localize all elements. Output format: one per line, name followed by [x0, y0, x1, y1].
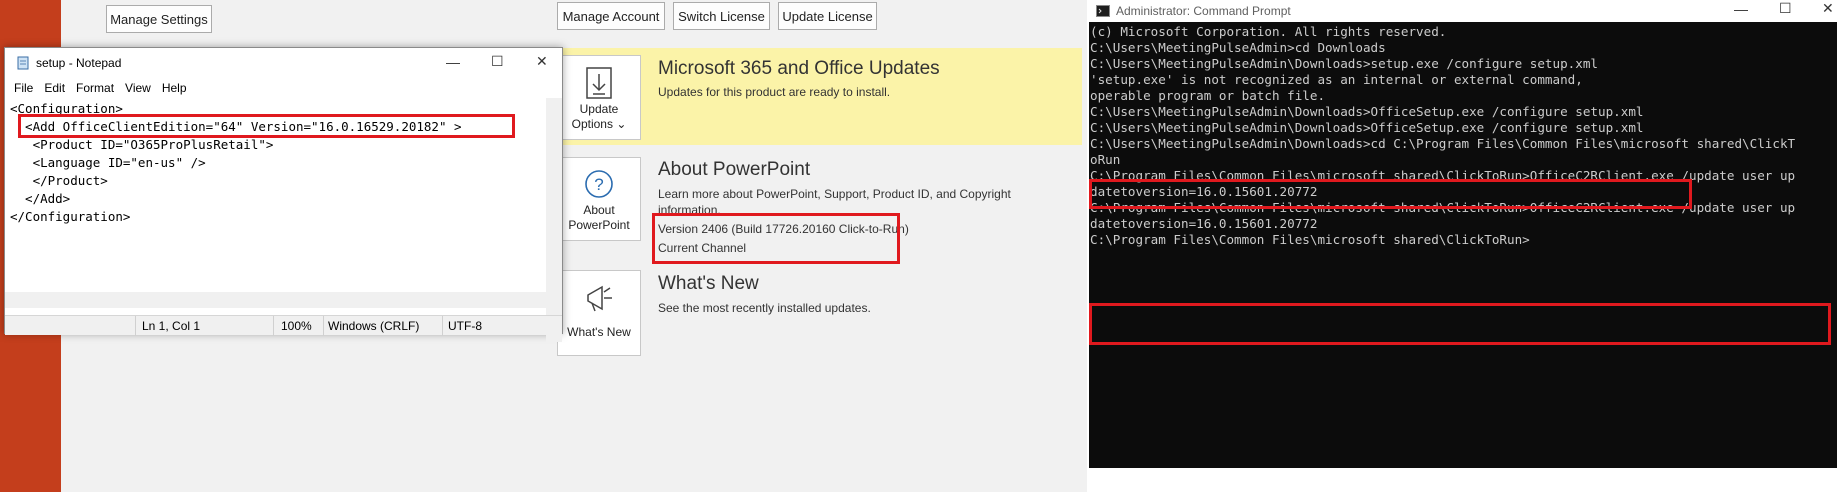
maximize-icon[interactable]: ☐ [1779, 0, 1792, 17]
cmd-title-bar[interactable]: Administrator: Command Prompt — ☐ ✕ [1089, 0, 1837, 22]
about-powerpoint-button[interactable]: ? About PowerPoint [557, 157, 641, 241]
cmd-app-icon [1096, 5, 1110, 17]
whats-new-title: What's New [658, 273, 759, 294]
about-label-2: PowerPoint [568, 218, 630, 232]
xml-line: <Product ID="O365ProPlusRetail"> [10, 137, 274, 152]
xml-line: </Add> [10, 191, 71, 206]
console-line: C:\Users\MeetingPulseAdmin\Downloads>cd … [1090, 136, 1796, 151]
notepad-menu-bar: File Edit Format View Help [5, 78, 562, 98]
manage-settings-button[interactable]: Manage Settings [106, 5, 212, 33]
console-line: C:\Users\MeetingPulseAdmin\Downloads>Off… [1090, 120, 1644, 135]
notepad-title-bar[interactable]: setup - Notepad — ☐ ✕ [5, 48, 562, 78]
status-separator [442, 316, 443, 336]
console-line: C:\Users\MeetingPulseAdmin>cd Downloads [1090, 40, 1386, 55]
notepad-title: setup - Notepad [36, 56, 122, 70]
minimize-icon[interactable]: — [446, 54, 460, 70]
status-zoom: 100% [281, 319, 312, 333]
notepad-app-icon [17, 56, 29, 70]
menu-file[interactable]: File [14, 81, 33, 95]
about-description-1: Learn more about PowerPoint, Support, Pr… [658, 187, 1011, 201]
console-line: datetoversion=16.0.15601.20772 [1090, 216, 1318, 231]
manage-account-button[interactable]: Manage Account [557, 2, 665, 30]
menu-edit[interactable]: Edit [44, 81, 65, 95]
c2rclient-highlight-box [1089, 303, 1831, 345]
megaphone-icon [587, 285, 612, 312]
update-options-label-1: Update [579, 102, 619, 116]
officesetup-highlight-box [1089, 179, 1692, 209]
update-download-icon [586, 67, 612, 99]
console-line: C:\Users\MeetingPulseAdmin\Downloads>Off… [1090, 104, 1644, 119]
menu-help[interactable]: Help [162, 81, 187, 95]
notepad-vertical-scrollbar[interactable] [546, 98, 562, 342]
chevron-down-icon: ⌄ [616, 117, 627, 131]
about-title: About PowerPoint [658, 159, 811, 180]
menu-format[interactable]: Format [76, 81, 114, 95]
desktop: Manage Settings Manage Account Switch Li… [0, 0, 1837, 492]
status-separator [323, 316, 324, 336]
update-options-label-2: Options ⌄ [571, 117, 627, 131]
console-line: oRun [1090, 152, 1121, 167]
status-encoding: UTF-8 [448, 319, 482, 333]
console-line: C:\Users\MeetingPulseAdmin\Downloads>set… [1090, 56, 1598, 71]
console-line: (c) Microsoft Corporation. All rights re… [1090, 24, 1447, 39]
add-version-highlight-box [18, 114, 515, 138]
maximize-icon[interactable]: ☐ [491, 53, 504, 70]
version-highlight-box [652, 213, 900, 264]
help-question-icon: ? [585, 170, 613, 198]
xml-line: <Language ID="en-us" /> [10, 155, 206, 170]
cmd-console[interactable]: (c) Microsoft Corporation. All rights re… [1089, 22, 1837, 468]
notepad-horizontal-scrollbar[interactable] [5, 292, 548, 308]
close-icon[interactable]: ✕ [1822, 0, 1834, 17]
status-separator [273, 316, 274, 336]
whats-new-label: What's New [567, 325, 631, 339]
xml-line: </Configuration> [10, 209, 131, 224]
about-label-1: About [583, 203, 615, 217]
cmd-title: Administrator: Command Prompt [1116, 4, 1291, 18]
status-line-ending: Windows (CRLF) [328, 319, 420, 333]
update-options-button[interactable]: Update Options ⌄ [557, 55, 641, 140]
console-line: operable program or batch file. [1090, 88, 1326, 103]
status-separator [135, 316, 136, 336]
updates-description: Updates for this product are ready to in… [658, 85, 891, 99]
svg-text:?: ? [594, 175, 603, 194]
whats-new-button[interactable]: What's New [557, 270, 641, 356]
whats-new-description: See the most recently installed updates. [658, 301, 871, 315]
console-line: C:\Program Files\Common Files\microsoft … [1090, 232, 1530, 247]
notepad-window: setup - Notepad — ☐ ✕ File Edit Format V… [4, 47, 563, 342]
xml-line: </Product> [10, 173, 108, 188]
updates-title: Microsoft 365 and Office Updates [658, 58, 940, 79]
close-icon[interactable]: ✕ [536, 53, 548, 70]
minimize-icon[interactable]: — [1734, 1, 1748, 17]
notepad-status-bar: Ln 1, Col 1 100% Windows (CRLF) UTF-8 [5, 315, 562, 336]
menu-view[interactable]: View [125, 81, 151, 95]
switch-license-button[interactable]: Switch License [673, 2, 770, 30]
console-line: 'setup.exe' is not recognized as an inte… [1090, 72, 1583, 87]
update-license-button[interactable]: Update License [778, 2, 877, 30]
status-position: Ln 1, Col 1 [142, 319, 201, 333]
